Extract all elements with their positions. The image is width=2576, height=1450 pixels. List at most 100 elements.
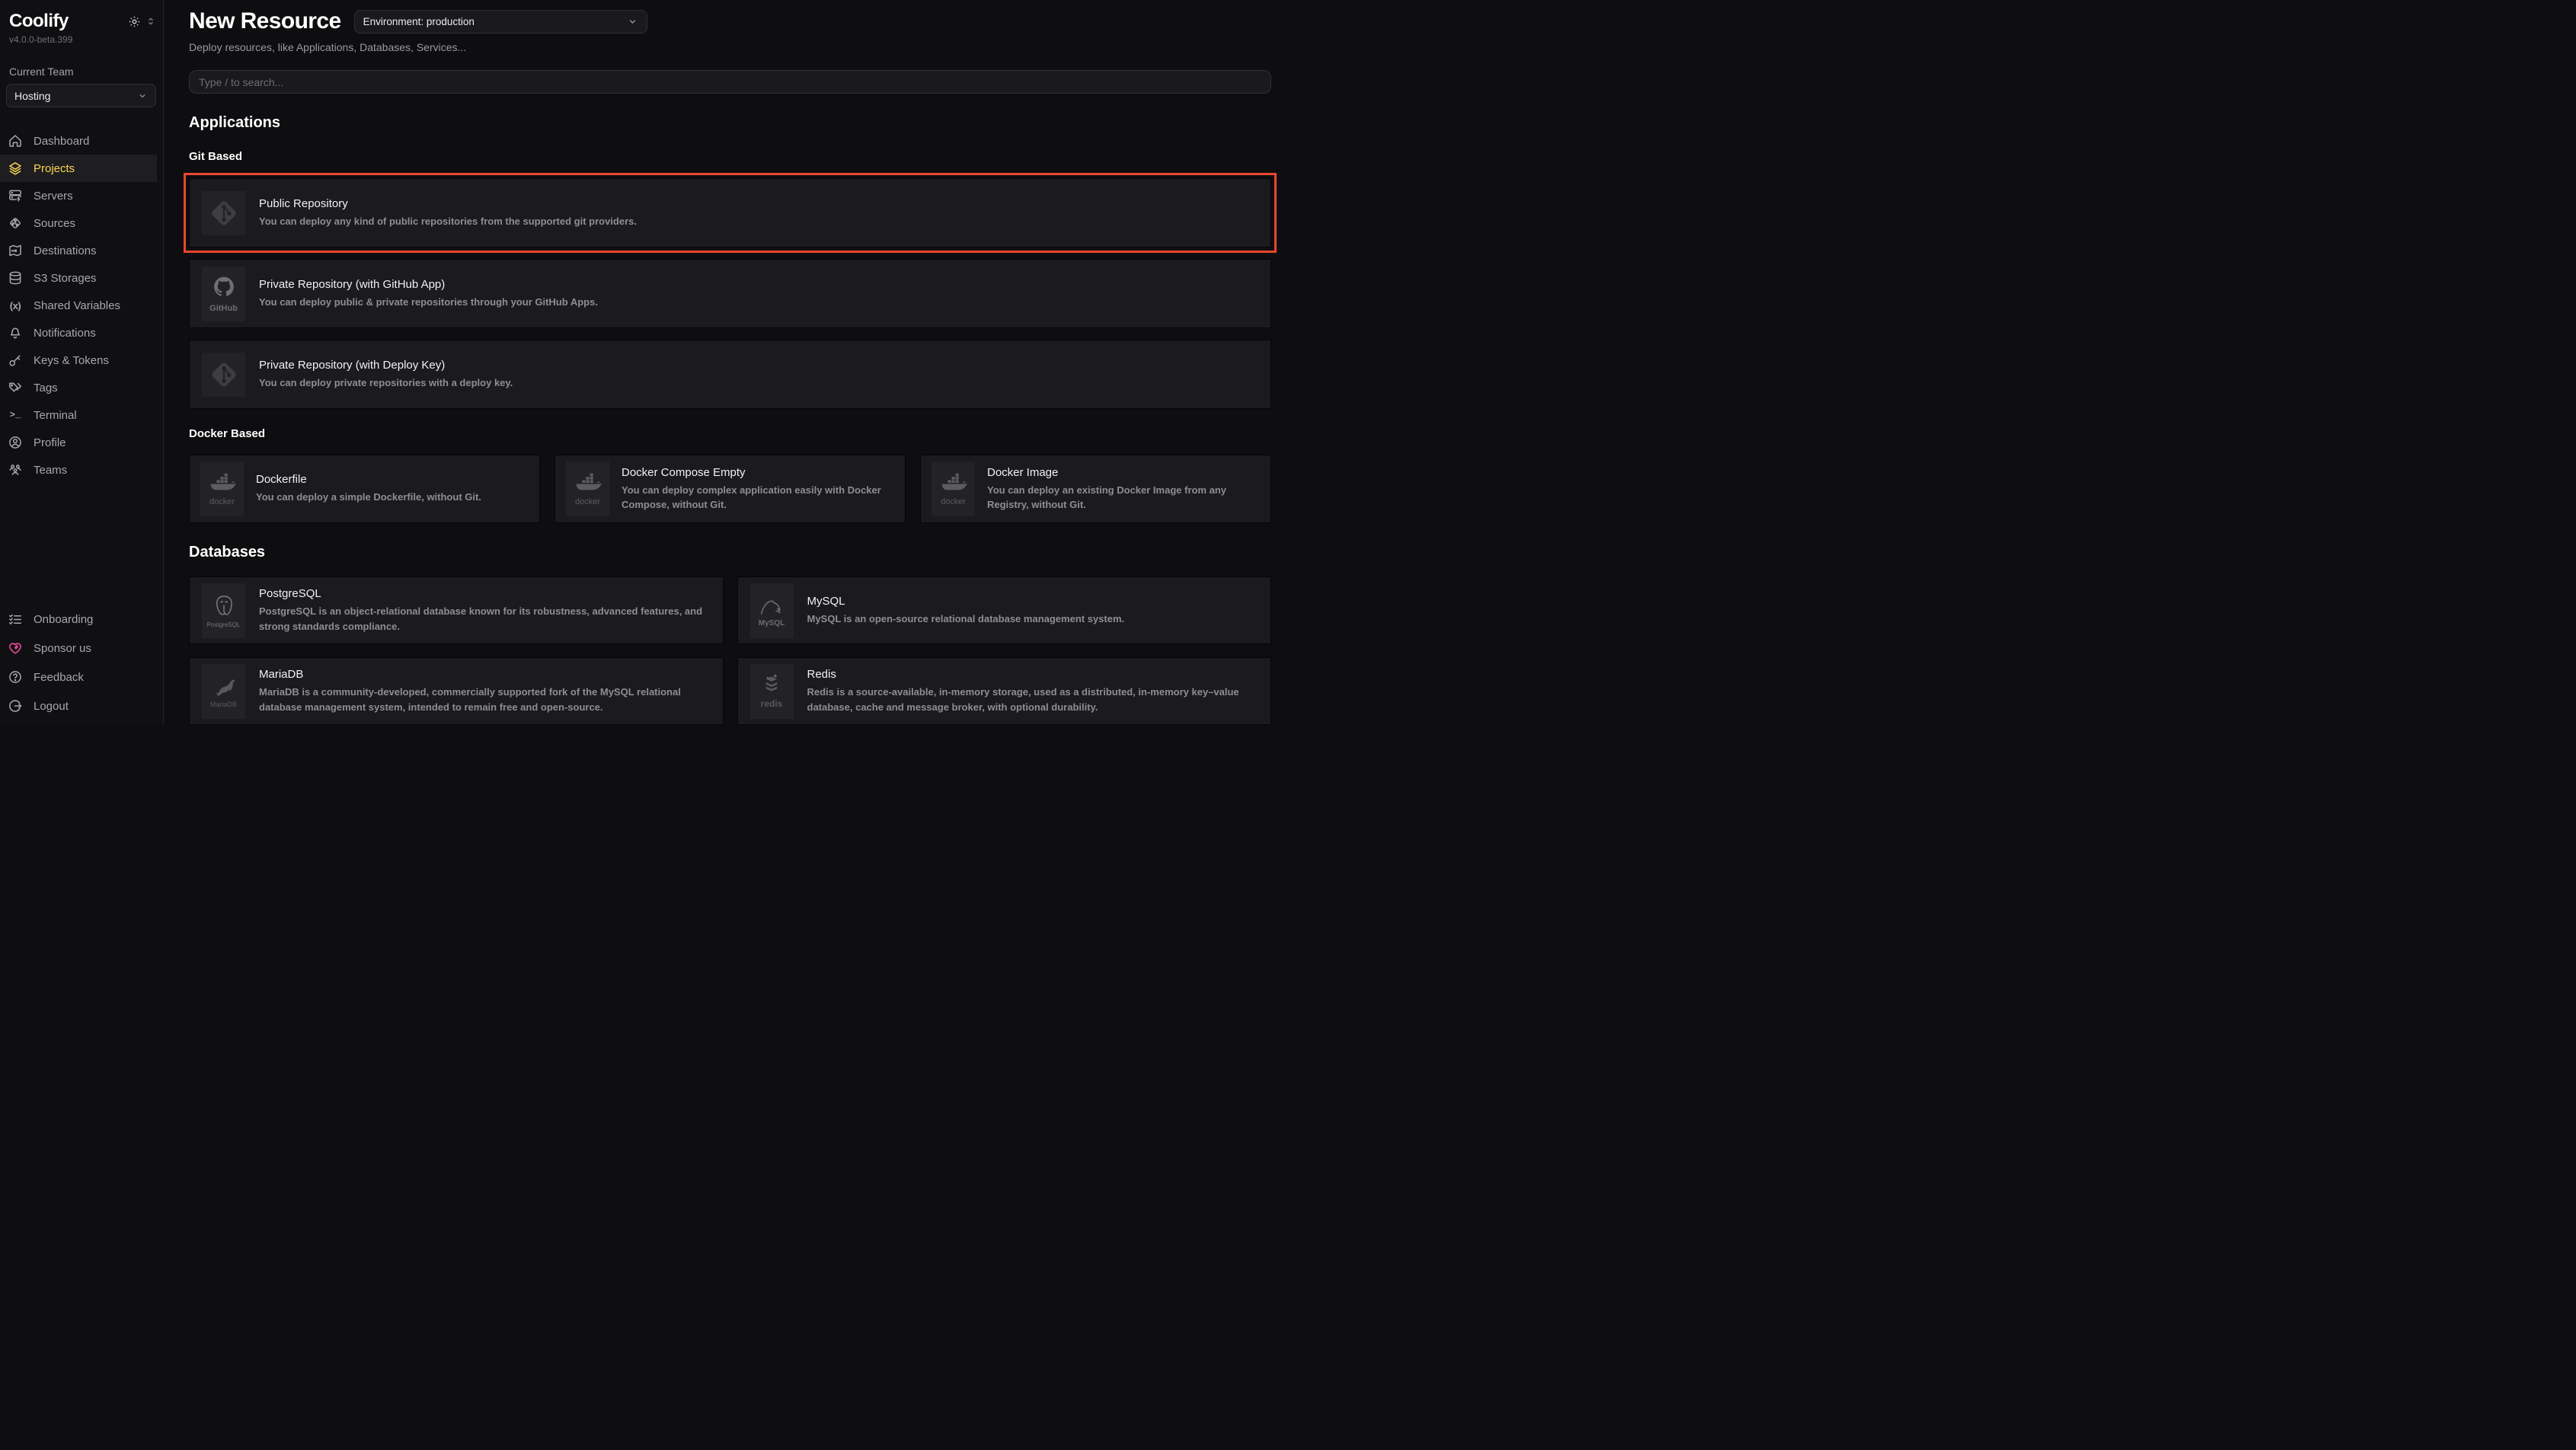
card-description: You can deploy complex application easil… [622, 483, 894, 513]
git-based-cards: Public Repository You can deploy any kin… [189, 178, 1271, 409]
sidebar-item-servers[interactable]: Servers [0, 182, 157, 209]
team-select-value: Hosting [14, 90, 50, 102]
card-public-repository[interactable]: Public Repository You can deploy any kin… [189, 178, 1271, 248]
chevron-down-icon [137, 91, 148, 101]
tags-icon [8, 380, 23, 395]
app-version: v4.0.0-beta.399 [0, 32, 163, 45]
sidebar-item-logout[interactable]: Logout [0, 691, 157, 720]
environment-select-value: Environment: production [363, 16, 475, 27]
page-subtitle: Deploy resources, like Applications, Dat… [189, 41, 1271, 53]
card-redis[interactable]: redis Redis Redis is a source-available,… [737, 657, 1272, 725]
sidebar-item-feedback[interactable]: Feedback [0, 663, 157, 691]
sidebar-item-tags[interactable]: Tags [0, 374, 157, 401]
card-description: MariaDB is a community-developed, commer… [259, 685, 711, 714]
current-team-label: Current Team [0, 65, 163, 78]
database-cards: PostgreSQL PostgreSQL PostgreSQL is an o… [189, 576, 1271, 725]
help-circle-icon [8, 669, 23, 685]
docker-icon: docker [200, 462, 244, 516]
card-private-repository-github-app[interactable]: GitHub Private Repository (with GitHub A… [189, 259, 1271, 328]
sidebar-footer: Onboarding Sponsor us Feedback Logout [0, 605, 163, 725]
redis-icon: redis [750, 664, 794, 719]
card-title: MariaDB [259, 668, 711, 681]
postgresql-wordmark: PostgreSQL [207, 622, 241, 629]
docker-wordmark: docker [941, 497, 966, 506]
app-logo: Coolify [9, 11, 69, 32]
docker-based-cards: docker Dockerfile You can deploy a simpl… [189, 455, 1271, 523]
sidebar-item-onboarding[interactable]: Onboarding [0, 605, 157, 634]
search-input[interactable] [199, 76, 1261, 88]
card-description: You can deploy any kind of public reposi… [259, 214, 637, 229]
key-icon [8, 353, 23, 368]
card-mariadb[interactable]: MariaDB MariaDB MariaDB is a community-d… [189, 657, 724, 725]
brand-row: Coolify [0, 0, 163, 32]
card-mysql[interactable]: MySQL MySQL MySQL is an open-source rela… [737, 576, 1272, 644]
card-title: MySQL [807, 595, 1125, 608]
git-icon [202, 191, 245, 235]
mariadb-wordmark: MariaDB [210, 701, 237, 709]
redis-wordmark: redis [761, 699, 783, 709]
theme-toggle-sun-icon[interactable] [128, 15, 141, 28]
card-description: Redis is a source-available, in-memory s… [807, 685, 1259, 714]
sidebar-item-notifications[interactable]: Notifications [0, 319, 157, 347]
card-description: MySQL is an open-source relational datab… [807, 612, 1125, 627]
sidebar-item-shared-variables[interactable]: (x) Shared Variables [0, 292, 157, 319]
sidebar-item-destinations[interactable]: Destinations [0, 237, 157, 264]
bell-icon [8, 325, 23, 340]
card-description: You can deploy an existing Docker Image … [987, 483, 1260, 513]
card-description: You can deploy a simple Dockerfile, with… [256, 490, 481, 505]
docker-wordmark: docker [575, 497, 600, 506]
chevron-down-icon [627, 16, 638, 27]
github-icon: GitHub [202, 267, 245, 321]
home-icon [8, 133, 23, 149]
postgresql-icon: PostgreSQL [202, 583, 245, 638]
card-dockerfile[interactable]: docker Dockerfile You can deploy a simpl… [189, 455, 540, 523]
git-based-heading: Git Based [189, 150, 1271, 163]
card-docker-image[interactable]: docker Docker Image You can deploy an ex… [920, 455, 1271, 523]
sidebar-item-s3-storages[interactable]: S3 Storages [0, 264, 157, 292]
sidebar-item-teams[interactable]: Teams [0, 456, 157, 484]
docker-wordmark: docker [209, 497, 235, 506]
sidebar-nav: Dashboard Projects Servers Sources Desti… [0, 127, 163, 484]
mysql-wordmark: MySQL [759, 619, 785, 628]
card-title: Public Repository [259, 197, 637, 210]
mariadb-icon: MariaDB [202, 664, 245, 719]
map-icon [8, 243, 23, 258]
card-description: PostgreSQL is an object-relational datab… [259, 604, 711, 634]
sidebar-item-projects[interactable]: Projects [0, 155, 157, 182]
sidebar: Coolify v4.0.0-beta.399 Current Team Hos… [0, 0, 164, 725]
sidebar-item-dashboard[interactable]: Dashboard [0, 127, 157, 155]
card-private-repository-deploy-key[interactable]: Private Repository (with Deploy Key) You… [189, 340, 1271, 409]
unfold-chevrons-icon[interactable] [146, 16, 155, 27]
card-docker-compose-empty[interactable]: docker Docker Compose Empty You can depl… [555, 455, 906, 523]
users-icon [8, 462, 23, 477]
environment-select[interactable]: Environment: production [354, 10, 647, 34]
team-select[interactable]: Hosting [6, 84, 156, 107]
card-title: PostgreSQL [259, 587, 711, 600]
variable-icon: (x) [8, 298, 23, 313]
card-description: You can deploy public & private reposito… [259, 295, 598, 310]
sidebar-item-profile[interactable]: Profile [0, 429, 157, 456]
card-postgresql[interactable]: PostgreSQL PostgreSQL PostgreSQL is an o… [189, 576, 724, 644]
logout-icon [8, 698, 23, 714]
database-icon [8, 270, 23, 286]
list-checks-icon [8, 612, 23, 627]
server-icon [8, 188, 23, 203]
terminal-icon: >_ [8, 407, 23, 423]
card-title: Docker Image [987, 466, 1260, 479]
git-icon [202, 353, 245, 397]
docker-icon: docker [566, 462, 609, 516]
layers-icon [8, 161, 23, 176]
card-title: Docker Compose Empty [622, 466, 894, 479]
card-description: You can deploy private repositories with… [259, 375, 513, 391]
applications-heading: Applications [189, 114, 1271, 132]
sidebar-item-keys-tokens[interactable]: Keys & Tokens [0, 347, 157, 374]
main-content: New Resource Environment: production Dep… [164, 0, 1288, 725]
sidebar-item-sources[interactable]: Sources [0, 209, 157, 237]
card-title: Redis [807, 668, 1259, 681]
heart-handshake-icon [8, 640, 23, 656]
sidebar-item-sponsor-us[interactable]: Sponsor us [0, 634, 157, 663]
sidebar-item-terminal[interactable]: >_ Terminal [0, 401, 157, 429]
search-box [189, 70, 1271, 94]
docker-based-heading: Docker Based [189, 427, 1271, 440]
docker-icon: docker [932, 462, 975, 516]
